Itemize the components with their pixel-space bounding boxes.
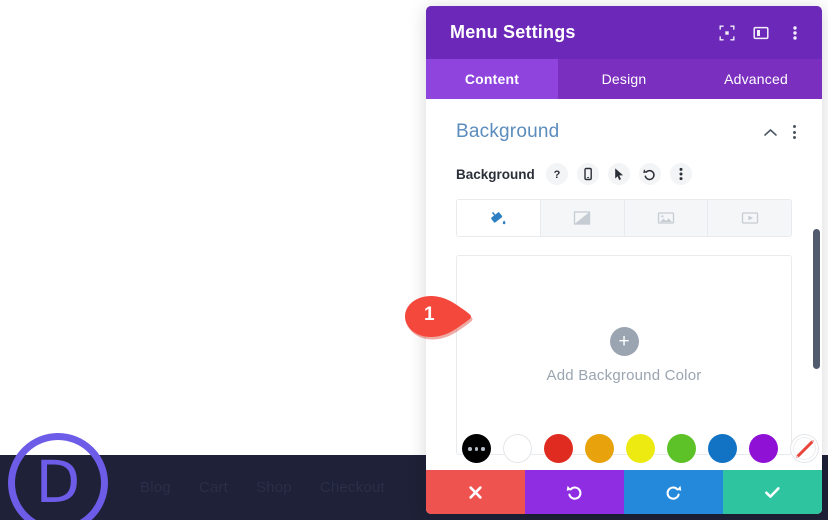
- help-icon[interactable]: ?: [545, 163, 568, 185]
- panel-scrollbar[interactable]: [813, 99, 820, 470]
- nav-link-shop[interactable]: Shop: [256, 479, 292, 496]
- background-field-label: Background: [456, 166, 535, 182]
- add-background-color-dropzone[interactable]: + Add Background Color: [456, 255, 792, 455]
- section-header-icons: [763, 123, 798, 141]
- svg-text:?: ?: [553, 169, 560, 181]
- undo-button[interactable]: [525, 470, 624, 514]
- tab-design[interactable]: Design: [558, 59, 690, 99]
- more-options-icon[interactable]: [786, 24, 804, 42]
- swatch-red[interactable]: [544, 434, 573, 463]
- swatch-green[interactable]: [667, 434, 696, 463]
- screen: D Blog Cart Shop Checkout Menu Settings: [0, 0, 828, 520]
- swatch-blue[interactable]: [708, 434, 737, 463]
- redo-icon: [666, 485, 682, 500]
- undo-icon: [566, 485, 582, 500]
- tab-content[interactable]: Content: [426, 59, 558, 99]
- site-nav-links: Blog Cart Shop Checkout: [140, 455, 385, 520]
- nav-link-cart[interactable]: Cart: [199, 479, 228, 496]
- background-gradient-tab[interactable]: [540, 200, 625, 236]
- hover-cursor-icon[interactable]: [607, 163, 630, 185]
- chevron-up-icon[interactable]: [763, 125, 777, 139]
- background-section-header: Background: [426, 99, 822, 143]
- expand-focus-icon[interactable]: [718, 24, 736, 42]
- field-more-icon[interactable]: [669, 163, 692, 185]
- panel-scrollbar-thumb[interactable]: [813, 229, 820, 369]
- cancel-button[interactable]: [426, 470, 525, 514]
- responsive-device-icon[interactable]: [576, 163, 599, 185]
- annotation-marker-number: 1: [424, 304, 435, 325]
- nav-link-blog[interactable]: Blog: [140, 479, 171, 496]
- reset-icon[interactable]: [638, 163, 661, 185]
- color-swatch-row: [426, 434, 822, 470]
- panel-title: Menu Settings: [450, 22, 576, 42]
- nav-link-checkout[interactable]: Checkout: [320, 479, 385, 496]
- swatch-orange[interactable]: [585, 434, 614, 463]
- panel-layout-icon[interactable]: [752, 24, 770, 42]
- tab-advanced[interactable]: Advanced: [690, 59, 822, 99]
- background-color-tab[interactable]: [457, 200, 541, 236]
- section-more-icon[interactable]: [791, 123, 798, 141]
- panel-titlebar: Menu Settings: [426, 6, 822, 59]
- swatch-yellow[interactable]: [626, 434, 655, 463]
- panel-tabs: Content Design Advanced: [426, 59, 822, 99]
- check-icon: [765, 486, 780, 498]
- close-icon: [469, 485, 482, 499]
- titlebar-icon-group: [718, 24, 804, 42]
- swatch-white[interactable]: [503, 434, 532, 463]
- background-video-tab[interactable]: [708, 200, 791, 236]
- redo-button[interactable]: [624, 470, 723, 514]
- background-field-row: Background ?: [426, 143, 822, 185]
- background-image-tab[interactable]: [624, 200, 709, 236]
- divi-logo[interactable]: D: [8, 433, 108, 520]
- add-background-color-label: Add Background Color: [546, 366, 702, 384]
- add-icon: +: [609, 326, 639, 356]
- section-title: Background: [456, 121, 560, 142]
- annotation-marker-1: 1: [402, 294, 474, 340]
- swatch-more-icon[interactable]: [468, 447, 485, 451]
- panel-body: Background Background ? + Add Background…: [426, 99, 822, 470]
- menu-settings-panel: Menu Settings Content Design Advanced Ba…: [426, 6, 822, 514]
- background-type-tabs: [456, 199, 792, 237]
- divi-logo-letter: D: [35, 448, 81, 516]
- swatch-purple[interactable]: [749, 434, 778, 463]
- save-button[interactable]: [723, 470, 822, 514]
- panel-action-bar: [426, 470, 822, 514]
